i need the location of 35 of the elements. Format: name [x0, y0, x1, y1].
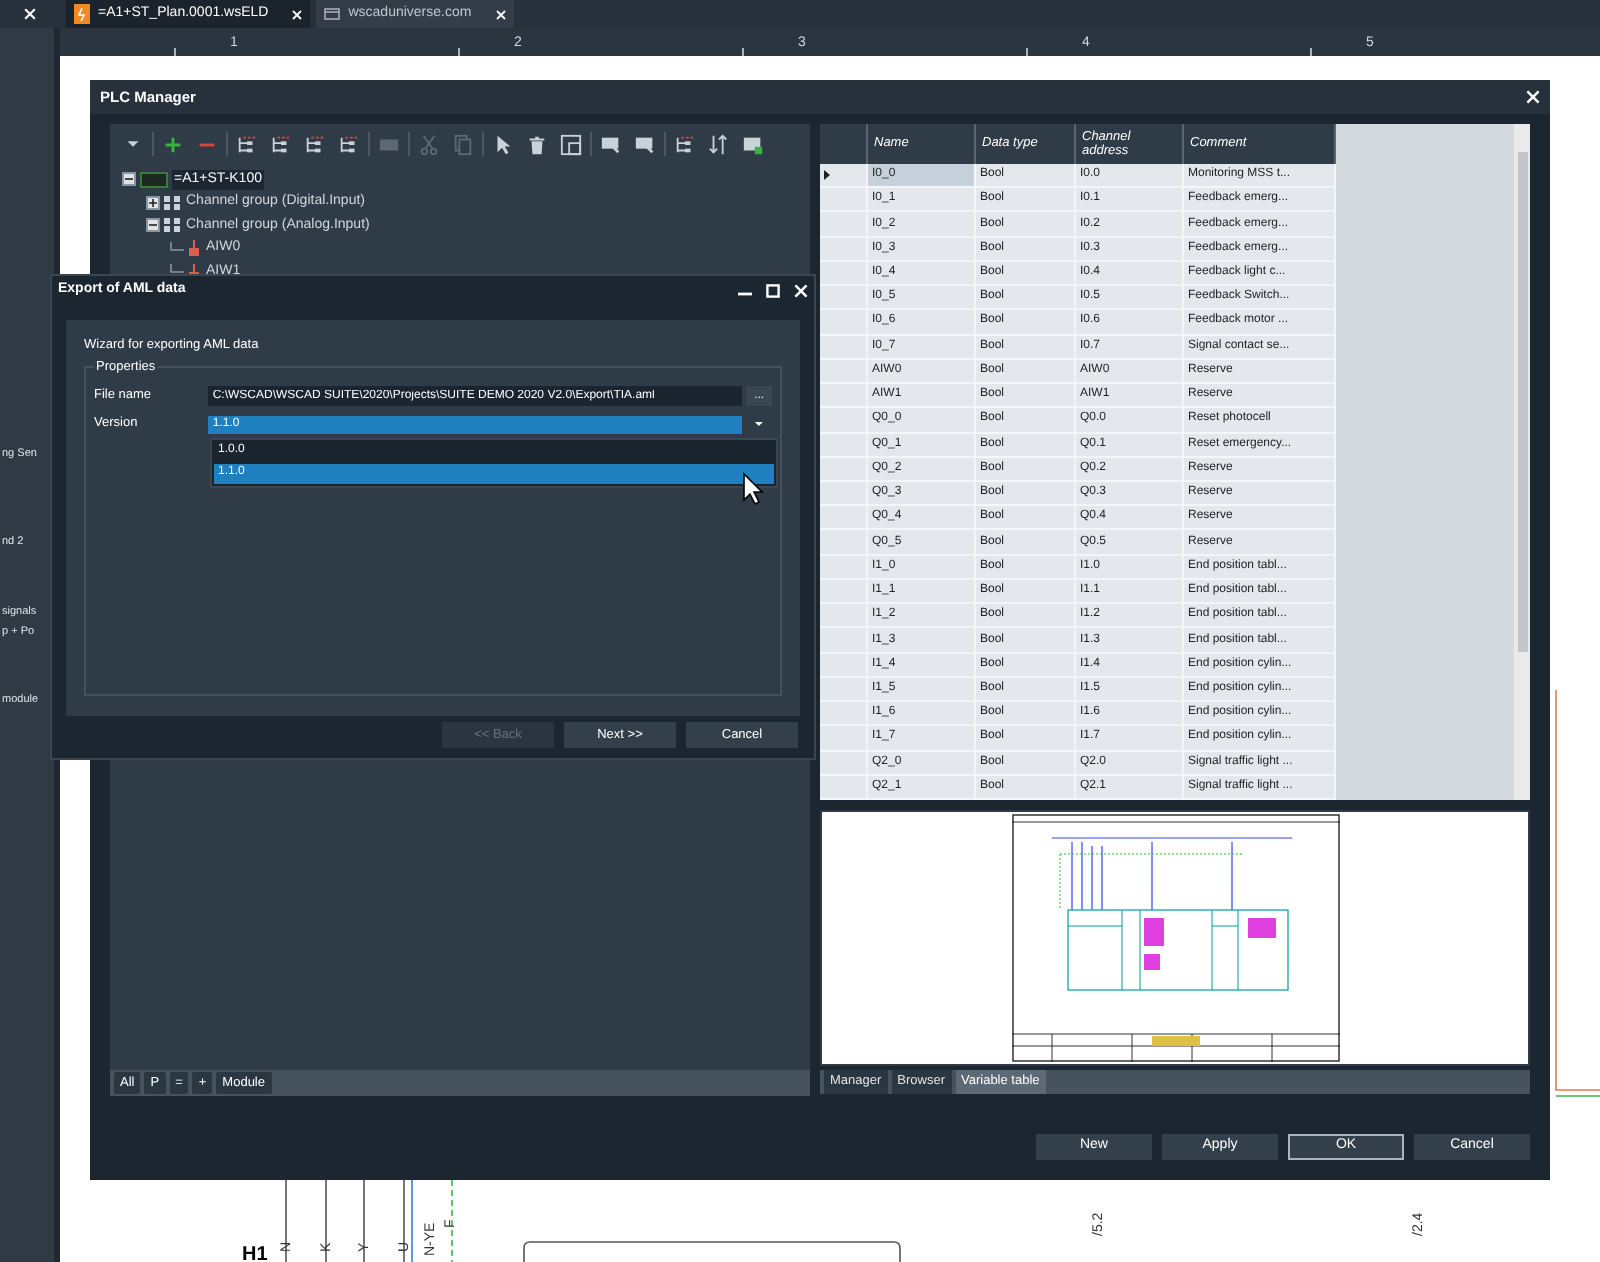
tree-icon[interactable]	[674, 133, 696, 155]
channel-group-icon	[164, 195, 180, 210]
layout-icon[interactable]	[560, 133, 582, 155]
tree-icon[interactable]	[270, 133, 292, 155]
document-icon	[74, 4, 90, 24]
tree-icon[interactable]	[236, 133, 258, 155]
scrollbar[interactable]	[1514, 124, 1530, 800]
module-icon	[140, 171, 168, 188]
tree-icon[interactable]	[338, 133, 360, 155]
close-icon[interactable]	[1526, 90, 1540, 104]
mouse-pointer-icon	[742, 472, 766, 506]
trash-icon[interactable]	[526, 133, 548, 155]
collapse-icon[interactable]	[146, 218, 160, 233]
channel-group-icon	[164, 218, 180, 233]
row-header[interactable]	[820, 163, 868, 187]
add-icon[interactable]	[162, 133, 184, 155]
globe-icon	[324, 8, 341, 20]
channel-icon	[188, 240, 200, 257]
tree-icon[interactable]	[304, 133, 326, 155]
tree-line	[170, 264, 184, 279]
close-icon[interactable]	[292, 9, 303, 19]
device-label: H1	[242, 1246, 268, 1262]
current-row-icon	[824, 170, 830, 181]
insert-icon[interactable]	[634, 133, 656, 155]
sort-icon[interactable]	[708, 133, 730, 155]
collapse-icon[interactable]	[122, 172, 136, 187]
maximize-icon[interactable]	[766, 284, 780, 298]
pointer-icon[interactable]	[492, 133, 514, 155]
close-icon[interactable]	[794, 284, 808, 298]
insert-icon[interactable]	[600, 133, 622, 155]
expand-icon[interactable]	[146, 195, 160, 210]
export-icon[interactable]	[742, 133, 764, 155]
close-icon[interactable]	[495, 9, 506, 19]
tree-line	[170, 241, 184, 256]
close-icon[interactable]	[24, 8, 36, 20]
